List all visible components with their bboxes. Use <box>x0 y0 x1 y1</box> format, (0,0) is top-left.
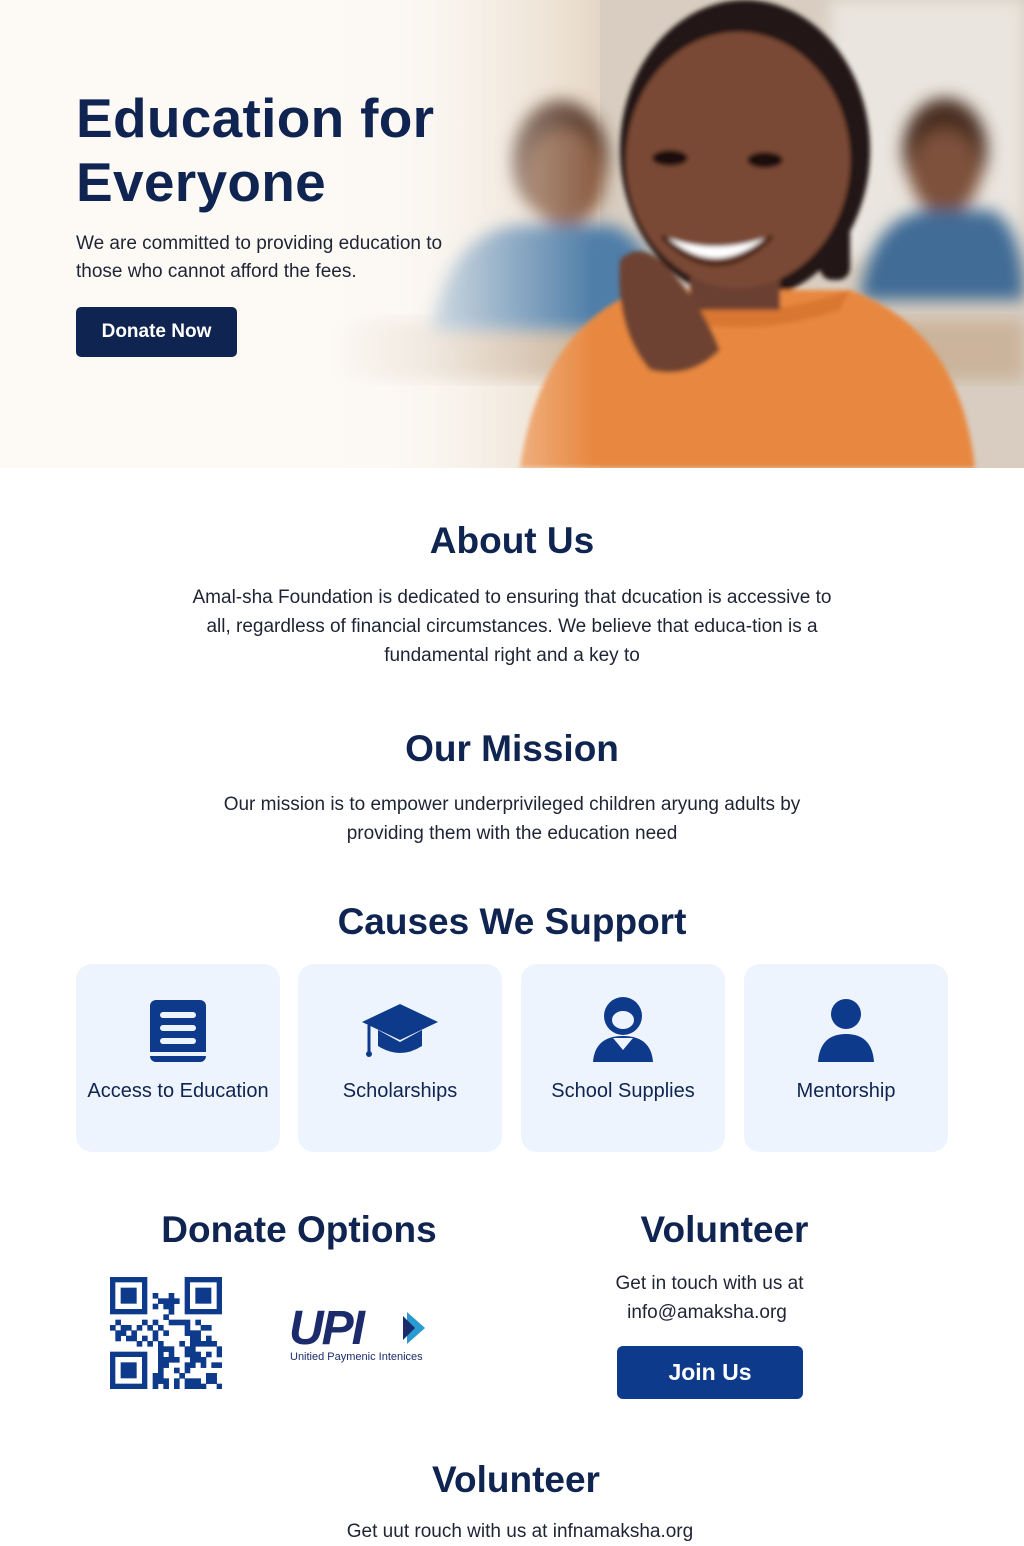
volunteer-title: Volunteer <box>640 1209 809 1250</box>
cause-label: Mentorship <box>796 1080 896 1102</box>
cause-label: School Supplies <box>551 1080 695 1102</box>
about-title: About Us <box>429 520 595 561</box>
upi-logo-text: UPI <box>289 1302 367 1355</box>
donate-options-title: Donate Options <box>161 1209 437 1250</box>
mission-text: Our mission is to empower underprivilege… <box>223 794 801 844</box>
about-text: Amal-sha Foundation is dedicated to ensu… <box>192 587 832 666</box>
hero-title: Education for Everyone <box>76 87 435 213</box>
book-icon <box>150 1000 206 1062</box>
graduation-cap-icon <box>362 1004 438 1057</box>
student-icon <box>593 997 653 1062</box>
join-us-button[interactable]: Join Us <box>617 1346 803 1399</box>
qr-code-icon[interactable] <box>110 1277 222 1389</box>
cause-card-school-supplies[interactable]: School Supplies <box>521 964 725 1152</box>
donate-now-button[interactable]: Donate Now <box>76 307 237 357</box>
cause-label: Access to Education <box>87 1080 269 1102</box>
volunteer-email-link[interactable]: info@amaksha.org <box>552 1298 862 1327</box>
volunteer-contact-text: Get in touch with us at <box>615 1273 804 1294</box>
cause-card-access-to-education[interactable]: Access to Education <box>76 964 280 1152</box>
volunteer-title-secondary: Volunteer <box>432 1459 600 1500</box>
person-icon <box>818 999 874 1062</box>
cause-label: Scholarships <box>342 1080 458 1102</box>
upi-caption: Unitied Paymenic Intenices <box>290 1351 423 1363</box>
cause-card-mentorship[interactable]: Mentorship <box>744 964 948 1152</box>
causes-title: Causes We Support <box>337 901 687 942</box>
volunteer-contact-text-secondary: Get uut rouch with us at infnamaksha.org <box>346 1521 694 1542</box>
mission-title: Our Mission <box>405 728 619 769</box>
cause-card-scholarships[interactable]: Scholarships <box>298 964 502 1152</box>
hero-section: Education for Everyone We are committed … <box>0 0 1024 468</box>
hero-description: We are committed to providing education … <box>76 233 443 282</box>
